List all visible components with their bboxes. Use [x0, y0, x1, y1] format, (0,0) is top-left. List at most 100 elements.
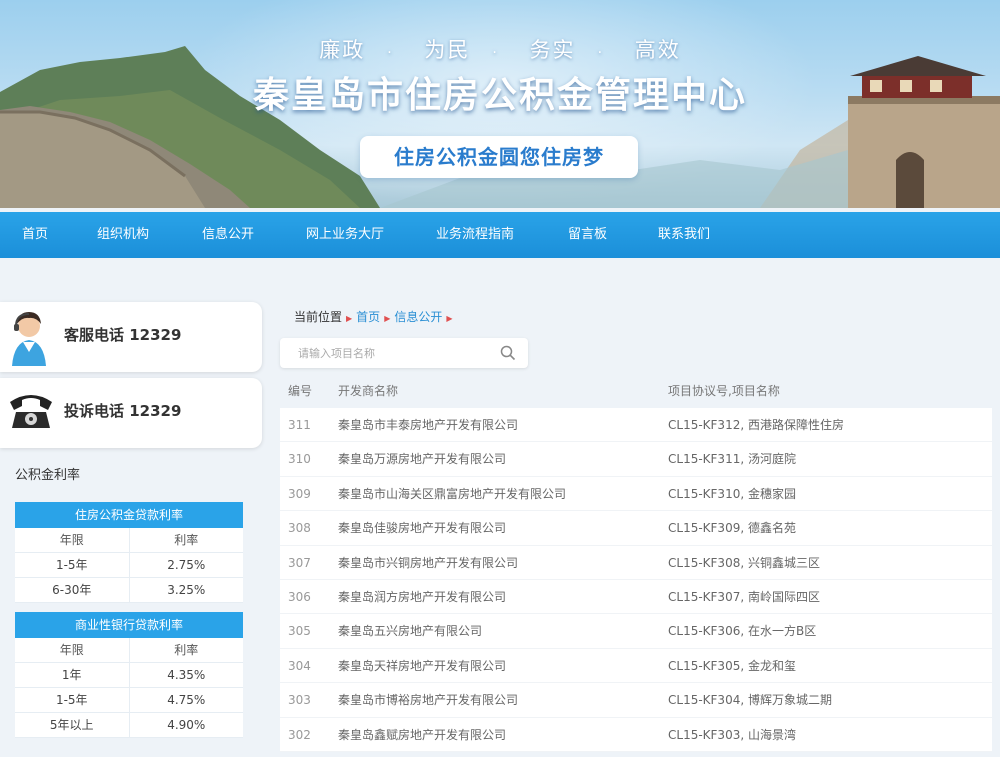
sidebar: 客服电话 12329 投诉电话 12329 公积金利率 住房公积金贷款利率 年限…	[0, 302, 262, 757]
nav-item-online-hall[interactable]: 网上业务大厅	[306, 212, 384, 258]
table-header-row: 年限 利率	[15, 528, 243, 553]
col-rate: 利率	[174, 643, 199, 657]
breadcrumb-prefix: 当前位置	[294, 310, 343, 324]
complaint-phone-box[interactable]: 投诉电话 12329	[0, 378, 262, 448]
site-title: 秦皇岛市住房公积金管理中心	[252, 75, 747, 116]
rate-cell: 4.90%	[167, 718, 206, 732]
row-developer: 秦皇岛市博裕房地产开发有限公司	[338, 693, 519, 708]
col-project: 项目协议号,项目名称	[668, 384, 780, 398]
service-phone-box[interactable]: 客服电话 12329	[0, 302, 262, 372]
breadcrumb-current-link[interactable]: 信息公开	[394, 310, 442, 324]
slogan-word: 务实	[529, 38, 576, 62]
search-input[interactable]	[298, 344, 488, 362]
row-project: CL15-KF303, 山海景湾	[668, 727, 796, 742]
nav-item-info-disclosure[interactable]: 信息公开	[202, 212, 254, 258]
table-row: 5年以上 4.90%	[15, 713, 243, 738]
telephone-icon	[10, 395, 52, 428]
term-cell: 1年	[15, 663, 130, 687]
term-cell: 6-30年	[15, 578, 130, 602]
search-icon[interactable]	[500, 345, 516, 361]
table-row: 1年 4.35%	[15, 663, 243, 688]
nav-item-message-board[interactable]: 留言板	[568, 212, 607, 258]
site-banner: 廉政 · 为民 · 务实 · 高效 秦皇岛市住房公积金管理中心 住房公积金圆您住房梦	[0, 0, 1000, 208]
col-id: 编号	[288, 384, 313, 398]
col-rate: 利率	[174, 533, 199, 547]
col-developer: 开发商名称	[338, 384, 399, 398]
row-project: CL15-KF308, 兴铜鑫城三区	[668, 555, 820, 570]
table-row: 1-5年 2.75%	[15, 553, 243, 578]
motto-badge: 住房公积金圆您住房梦	[360, 136, 638, 178]
row-id: 311	[288, 418, 311, 432]
term-cell: 1-5年	[15, 688, 130, 712]
housing-fund-rate-caption: 住房公积金贷款利率	[15, 502, 243, 528]
complaint-phone-label: 投诉电话 12329	[64, 402, 182, 420]
table-row[interactable]: 305 秦皇岛五兴房地产有限公司 CL15-KF306, 在水一方B区	[280, 614, 992, 649]
rate-cell: 2.75%	[167, 558, 206, 572]
row-project: CL15-KF311, 汤河庭院	[668, 452, 796, 467]
row-project: CL15-KF310, 金穗家园	[668, 486, 796, 501]
breadcrumb-arrow-icon: ▶	[446, 314, 453, 323]
row-id: 310	[288, 452, 311, 467]
rate-cell: 4.35%	[167, 668, 206, 682]
nav-item-contact[interactable]: 联系我们	[658, 212, 710, 258]
slogan-dot: ·	[387, 45, 394, 61]
table-row[interactable]: 303 秦皇岛市博裕房地产开发有限公司 CL15-KF304, 博辉万象城二期	[280, 683, 992, 718]
breadcrumb-home-link[interactable]: 首页	[356, 310, 380, 324]
row-developer: 秦皇岛鑫赋房地产开发有限公司	[338, 727, 507, 742]
row-id: 304	[288, 658, 311, 673]
table-row[interactable]: 308 秦皇岛佳骏房地产开发有限公司 CL15-KF309, 德鑫名苑	[280, 511, 992, 546]
nav-item-process-guide[interactable]: 业务流程指南	[436, 212, 514, 258]
commercial-rate-caption: 商业性银行贷款利率	[15, 612, 243, 638]
row-id: 309	[288, 486, 311, 501]
slogan-word: 高效	[634, 38, 681, 62]
rate-cell: 4.75%	[167, 693, 206, 707]
row-developer: 秦皇岛润方房地产开发有限公司	[338, 589, 507, 604]
slogan-dot: ·	[492, 45, 499, 61]
table-row[interactable]: 302 秦皇岛鑫赋房地产开发有限公司 CL15-KF303, 山海景湾	[280, 717, 992, 752]
breadcrumb: 当前位置 ▶ 首页 ▶ 信息公开 ▶	[294, 308, 457, 325]
row-developer: 秦皇岛市山海关区鼎富房地产开发有限公司	[338, 486, 567, 501]
table-row[interactable]: 307 秦皇岛市兴铜房地产开发有限公司 CL15-KF308, 兴铜鑫城三区	[280, 545, 992, 580]
slogan: 廉政 · 为民 · 务实 · 高效	[0, 34, 1000, 64]
row-id: 307	[288, 555, 311, 570]
slogan-word: 为民	[424, 38, 471, 62]
term-cell: 1-5年	[15, 553, 130, 577]
row-developer: 秦皇岛万源房地产开发有限公司	[338, 452, 507, 467]
row-project: CL15-KF304, 博辉万象城二期	[668, 693, 832, 708]
row-project: CL15-KF312, 西港路保障性住房	[668, 418, 844, 432]
breadcrumb-arrow-icon: ▶	[346, 314, 353, 323]
project-table: 311 秦皇岛市丰泰房地产开发有限公司 CL15-KF312, 西港路保障性住房 3…	[280, 408, 992, 752]
table-row: 1-5年 4.75%	[15, 688, 243, 713]
project-table-header: 编号 开发商名称 项目协议号,项目名称	[288, 382, 988, 404]
service-phone-label: 客服电话 12329	[64, 326, 182, 344]
search-box	[280, 338, 528, 368]
breadcrumb-arrow-icon: ▶	[384, 314, 391, 323]
table-row[interactable]: 311 秦皇岛市丰泰房地产开发有限公司 CL15-KF312, 西港路保障性住房	[280, 408, 992, 443]
table-row[interactable]: 304 秦皇岛天祥房地产开发有限公司 CL15-KF305, 金龙和玺	[280, 648, 992, 684]
housing-fund-rate-table: 住房公积金贷款利率 年限 利率 1-5年 2.75% 6-30年 3.25%	[15, 502, 243, 603]
row-id: 303	[288, 693, 311, 708]
row-project: CL15-KF307, 南岭国际四区	[668, 589, 820, 604]
table-row[interactable]: 309 秦皇岛市山海关区鼎富房地产开发有限公司 CL15-KF310, 金穗家园	[280, 476, 992, 512]
row-project: CL15-KF309, 德鑫名苑	[668, 521, 796, 536]
main-nav: 首页 组织机构 信息公开 网上业务大厅 业务流程指南 留言板 联系我们	[0, 212, 1000, 258]
row-developer: 秦皇岛市兴铜房地产开发有限公司	[338, 555, 519, 570]
row-id: 308	[288, 521, 311, 536]
row-developer: 秦皇岛佳骏房地产开发有限公司	[338, 521, 507, 536]
table-row[interactable]: 306 秦皇岛润方房地产开发有限公司 CL15-KF307, 南岭国际四区	[280, 579, 992, 615]
row-id: 305	[288, 624, 311, 639]
row-developer: 秦皇岛五兴房地产有限公司	[338, 624, 483, 639]
col-term: 年限	[15, 638, 130, 662]
nav-item-organization[interactable]: 组织机构	[97, 212, 149, 258]
table-row[interactable]: 310 秦皇岛万源房地产开发有限公司 CL15-KF311, 汤河庭院	[280, 442, 992, 477]
col-term: 年限	[15, 528, 130, 552]
row-developer: 秦皇岛天祥房地产开发有限公司	[338, 658, 507, 673]
rates-heading: 公积金利率	[15, 468, 81, 483]
commercial-rate-table: 商业性银行贷款利率 年限 利率 1年 4.35% 1-5年 4.75% 5年以上…	[15, 612, 243, 738]
nav-item-home[interactable]: 首页	[22, 212, 48, 258]
row-project: CL15-KF306, 在水一方B区	[668, 624, 817, 639]
table-header-row: 年限 利率	[15, 638, 243, 663]
row-developer: 秦皇岛市丰泰房地产开发有限公司	[338, 418, 519, 432]
main-content: 当前位置▶首页▶信息公开▶ 编号 开发商名称 项目协议号,项目名称 311秦皇岛…	[274, 300, 1000, 757]
table-row: 6-30年 3.25%	[15, 578, 243, 603]
